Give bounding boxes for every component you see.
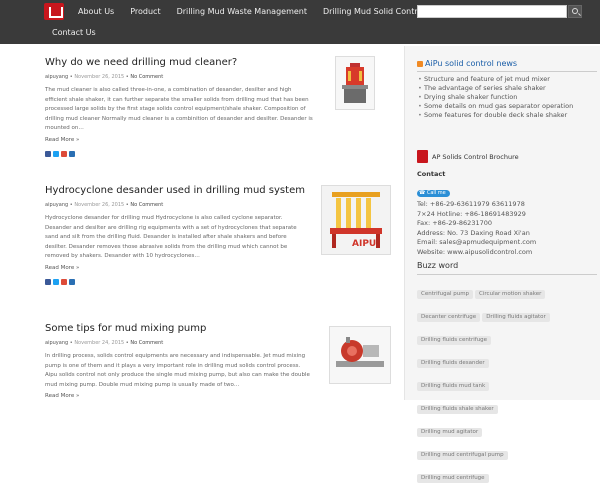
search-icon — [572, 8, 578, 14]
post-date: November 26, 2015 — [74, 202, 125, 208]
search-input[interactable] — [417, 5, 567, 18]
divider — [417, 274, 597, 275]
post-thumbnail[interactable] — [329, 326, 391, 384]
news-item[interactable]: The advantage of series shale shaker — [417, 84, 597, 93]
news-widget-title[interactable]: AiPu solid control news — [425, 59, 517, 68]
tag-item[interactable]: Circular motion shaker — [475, 290, 546, 299]
nav-about-us[interactable]: About Us — [70, 0, 122, 24]
read-more-link[interactable]: Read More » — [45, 137, 395, 143]
post-comments[interactable]: No Comment — [130, 340, 163, 346]
facebook-icon[interactable] — [45, 150, 51, 157]
buzz-title: Buzz word — [417, 261, 459, 270]
google-plus-icon[interactable] — [61, 278, 67, 285]
pdf-icon — [417, 150, 428, 163]
brochure-link[interactable]: AP Solids Control Brochure — [417, 150, 597, 163]
news-item[interactable]: Some details on mud gas separator operat… — [417, 102, 597, 111]
news-item[interactable]: Some features for double deck shale shak… — [417, 111, 597, 120]
tag-item[interactable]: Drilling fluids mud tank — [417, 382, 490, 391]
nav-product[interactable]: Product — [122, 0, 168, 24]
post-thumbnail[interactable]: AIPU — [321, 185, 391, 255]
share-bar — [45, 278, 395, 285]
tag-item[interactable]: Centrifugal pump — [417, 290, 474, 299]
post-comments[interactable]: No Comment — [130, 202, 163, 208]
thumbnail-brand-text: AIPU — [352, 239, 376, 249]
post-item: Why do we need drilling mud cleaner? aip… — [45, 56, 395, 157]
brochure-label: AP Solids Control Brochure — [432, 152, 519, 161]
read-more-link[interactable]: Read More » — [45, 393, 395, 399]
post-excerpt: In drilling process, solids control equi… — [45, 353, 310, 388]
share-icon[interactable] — [69, 150, 75, 157]
share-bar — [45, 150, 395, 157]
post-comments[interactable]: No Comment — [130, 74, 163, 80]
facebook-icon[interactable] — [45, 278, 51, 285]
tag-item[interactable]: Drilling fluids agitator — [482, 313, 550, 322]
tag-item[interactable]: Drilling mud centrifugal pump — [417, 451, 508, 460]
divider — [417, 71, 597, 72]
contact-email[interactable]: Email: sales@apmudequipment.com — [417, 238, 600, 248]
nav-drilling-mud-waste-management[interactable]: Drilling Mud Waste Management — [169, 0, 315, 24]
post-thumbnail[interactable] — [335, 56, 375, 110]
top-navbar: About Us Product Drilling Mud Waste Mana… — [0, 0, 600, 44]
tag-item[interactable]: Drilling fluids shale shaker — [417, 405, 498, 414]
rss-icon[interactable] — [417, 60, 423, 67]
post-item: Some tips for mud mixing pump aipuyang •… — [45, 322, 395, 399]
contact-widget: Contact ☎ Call me Tel: +86-29-63611979 6… — [417, 170, 600, 257]
twitter-icon[interactable] — [53, 278, 59, 285]
nav-contact-us[interactable]: Contact Us — [44, 24, 104, 42]
post-excerpt: Hydrocyclone desander for drilling mud H… — [45, 215, 297, 259]
tag-item[interactable]: Drilling fluids centrifuge — [417, 336, 492, 345]
post-author[interactable]: aipuyang — [45, 202, 68, 208]
post-item: Hydrocyclone desander used in drilling m… — [45, 184, 395, 285]
nav-drilling-mud-solid-control[interactable]: Drilling Mud Solid Control — [315, 0, 433, 24]
sidebar: AiPu solid control news Structure and fe… — [404, 46, 600, 483]
share-icon[interactable] — [69, 278, 75, 285]
read-more-link[interactable]: Read More » — [45, 265, 395, 271]
tag-cloud: Centrifugal pump Circular motion shaker D… — [417, 280, 597, 487]
contact-website[interactable]: Website: www.aipusolidcontrol.com — [417, 248, 600, 258]
call-me-label: Call me — [426, 190, 446, 196]
phone-icon: ☎ — [419, 190, 426, 196]
search-button[interactable] — [568, 5, 582, 18]
main-nav: About Us Product Drilling Mud Waste Mana… — [70, 0, 433, 24]
buzz-widget: Buzz word Centrifugal pump Circular motio… — [417, 260, 597, 487]
twitter-icon[interactable] — [53, 150, 59, 157]
post-date: November 26, 2015 — [74, 74, 125, 80]
tag-item[interactable]: Drilling mud centrifuge — [417, 474, 489, 483]
news-item[interactable]: Drying shale shaker function — [417, 93, 597, 102]
tag-item[interactable]: Decanter centrifuge — [417, 313, 481, 322]
tag-item[interactable]: Drilling mud agitator — [417, 428, 483, 437]
post-author[interactable]: aipuyang — [45, 74, 68, 80]
site-logo[interactable] — [44, 3, 64, 20]
news-item[interactable]: Structure and feature of jet mud mixer — [417, 75, 597, 84]
news-widget-header: AiPu solid control news — [417, 58, 597, 69]
post-date: November 24, 2015 — [74, 340, 125, 346]
contact-address: Address: No. 73 Daxing Road Xi'an — [417, 228, 530, 237]
news-widget: AiPu solid control news Structure and fe… — [417, 58, 597, 120]
call-me-button[interactable]: ☎ Call me — [417, 190, 450, 197]
contact-title: Contact — [417, 170, 446, 178]
post-excerpt: The mud cleaner is also called three-in-… — [45, 87, 313, 131]
contact-tel: Tel: +86-29-63611979 63611978 — [417, 200, 525, 208]
tag-item[interactable]: Drilling fluids desander — [417, 359, 489, 368]
post-author[interactable]: aipuyang — [45, 340, 68, 346]
contact-hotline: 7×24 Hotline: +86-18691483929 — [417, 209, 526, 218]
news-list: Structure and feature of jet mud mixer T… — [417, 75, 597, 120]
nav-row-2: Contact Us — [44, 24, 104, 42]
google-plus-icon[interactable] — [61, 150, 67, 157]
contact-fax: Fax: +86-29-86231700 — [417, 219, 492, 227]
